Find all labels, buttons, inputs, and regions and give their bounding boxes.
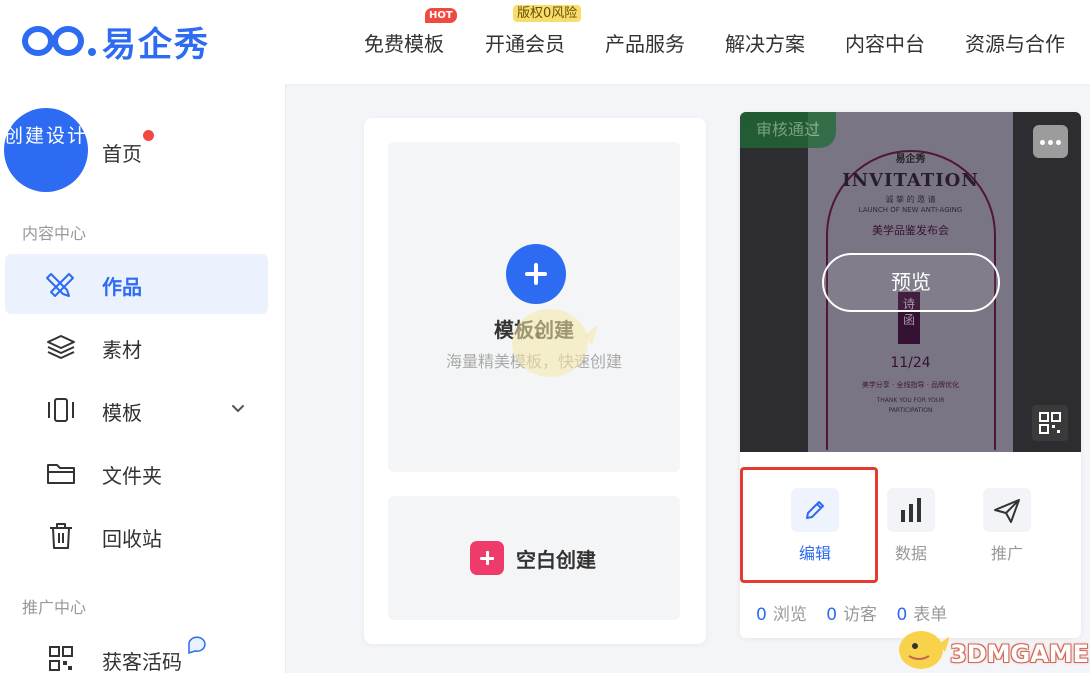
copyright-badge: 版权0风险 <box>513 5 582 22</box>
blank-create-tile[interactable]: 空白创建 <box>388 496 680 620</box>
visitors-count: 0 <box>826 605 838 625</box>
preview-button[interactable]: 预览 <box>822 253 1000 312</box>
chevron-down-icon[interactable] <box>227 398 249 420</box>
promote-action-label: 推广 <box>990 544 1023 563</box>
forms-count: 0 <box>896 605 908 625</box>
sidebar-item-works[interactable]: 作品 <box>5 254 268 314</box>
layers-icon <box>47 335 75 359</box>
section-title-content: 内容中心 <box>22 224 87 243</box>
trash-icon <box>50 523 72 549</box>
template-carousel-icon <box>48 398 74 422</box>
logo-mark-icon <box>22 21 98 61</box>
nav-solutions[interactable]: 解决方案 <box>725 28 805 57</box>
sidebar-item-label: 模板 <box>102 401 142 425</box>
sidebar-item-trash[interactable]: 回收站 <box>5 506 268 566</box>
work-card: 易企秀 INVITATION 诚 挚 的 邀 请 LAUNCH OF NEW A… <box>740 112 1081 638</box>
nav-content-hub[interactable]: 内容中台 <box>845 28 925 57</box>
sidebar-item-materials[interactable]: 素材 <box>5 317 268 377</box>
edit-action-label: 编辑 <box>798 544 831 563</box>
chat-bubble-icon <box>188 636 206 655</box>
visitors-label: 访客 <box>843 605 878 625</box>
plus-square-icon <box>470 541 504 575</box>
sidebar: 创建设计 首页 内容中心 作品 素材 模板 文件夹 回收站 推广中心 获客活码 <box>0 84 286 673</box>
nav-products[interactable]: 产品服务 <box>605 28 685 57</box>
section-title-promotion: 推广中心 <box>22 598 87 617</box>
more-options-button[interactable] <box>1033 125 1068 158</box>
mascot-watermark-icon <box>512 309 598 377</box>
nav-membership[interactable]: 开通会员 <box>485 28 565 57</box>
pencil-icon <box>791 488 839 532</box>
send-icon <box>983 488 1031 532</box>
sidebar-item-folders[interactable]: 文件夹 <box>5 443 268 503</box>
status-badge: 审核通过 <box>740 112 836 148</box>
blank-create-label: 空白创建 <box>516 548 596 572</box>
sidebar-home-link[interactable]: 首页 <box>102 138 142 167</box>
folder-icon <box>47 464 75 484</box>
sidebar-item-label: 作品 <box>102 275 142 299</box>
nav-resources[interactable]: 资源与合作 <box>965 28 1065 57</box>
pencil-ruler-icon <box>46 273 74 297</box>
brand-name: 易企秀 <box>102 24 210 65</box>
watermark-text: 3DMGAME <box>950 640 1090 668</box>
create-design-button[interactable]: 创建设计 <box>4 108 88 192</box>
brand-logo[interactable]: 易企秀 <box>22 20 210 65</box>
hot-badge: HOT <box>425 8 457 23</box>
qr-code-icon <box>49 646 73 671</box>
nav-free-templates[interactable]: 免费模板 <box>364 28 444 57</box>
top-header: 易企秀 免费模板 HOT 开通会员 版权0风险 产品服务 解决方案 内容中台 资… <box>0 0 1090 84</box>
sidebar-item-label: 回收站 <box>102 527 162 551</box>
data-action-label: 数据 <box>894 544 927 563</box>
sidebar-item-label: 素材 <box>102 338 142 362</box>
mascot-logo-icon <box>899 631 950 669</box>
views-label: 浏览 <box>772 605 807 625</box>
sidebar-item-templates[interactable]: 模板 <box>5 380 268 440</box>
notification-dot <box>143 130 154 141</box>
bar-chart-icon <box>887 488 935 532</box>
sidebar-item-label: 文件夹 <box>102 464 162 488</box>
work-thumbnail[interactable]: 易企秀 INVITATION 诚 挚 的 邀 请 LAUNCH OF NEW A… <box>740 112 1081 452</box>
sidebar-item-label: 获客活码 <box>102 650 182 673</box>
sidebar-item-lead-qr[interactable]: 获客活码 <box>5 629 268 673</box>
views-count: 0 <box>756 605 767 625</box>
qr-code-icon[interactable] <box>1032 405 1068 441</box>
